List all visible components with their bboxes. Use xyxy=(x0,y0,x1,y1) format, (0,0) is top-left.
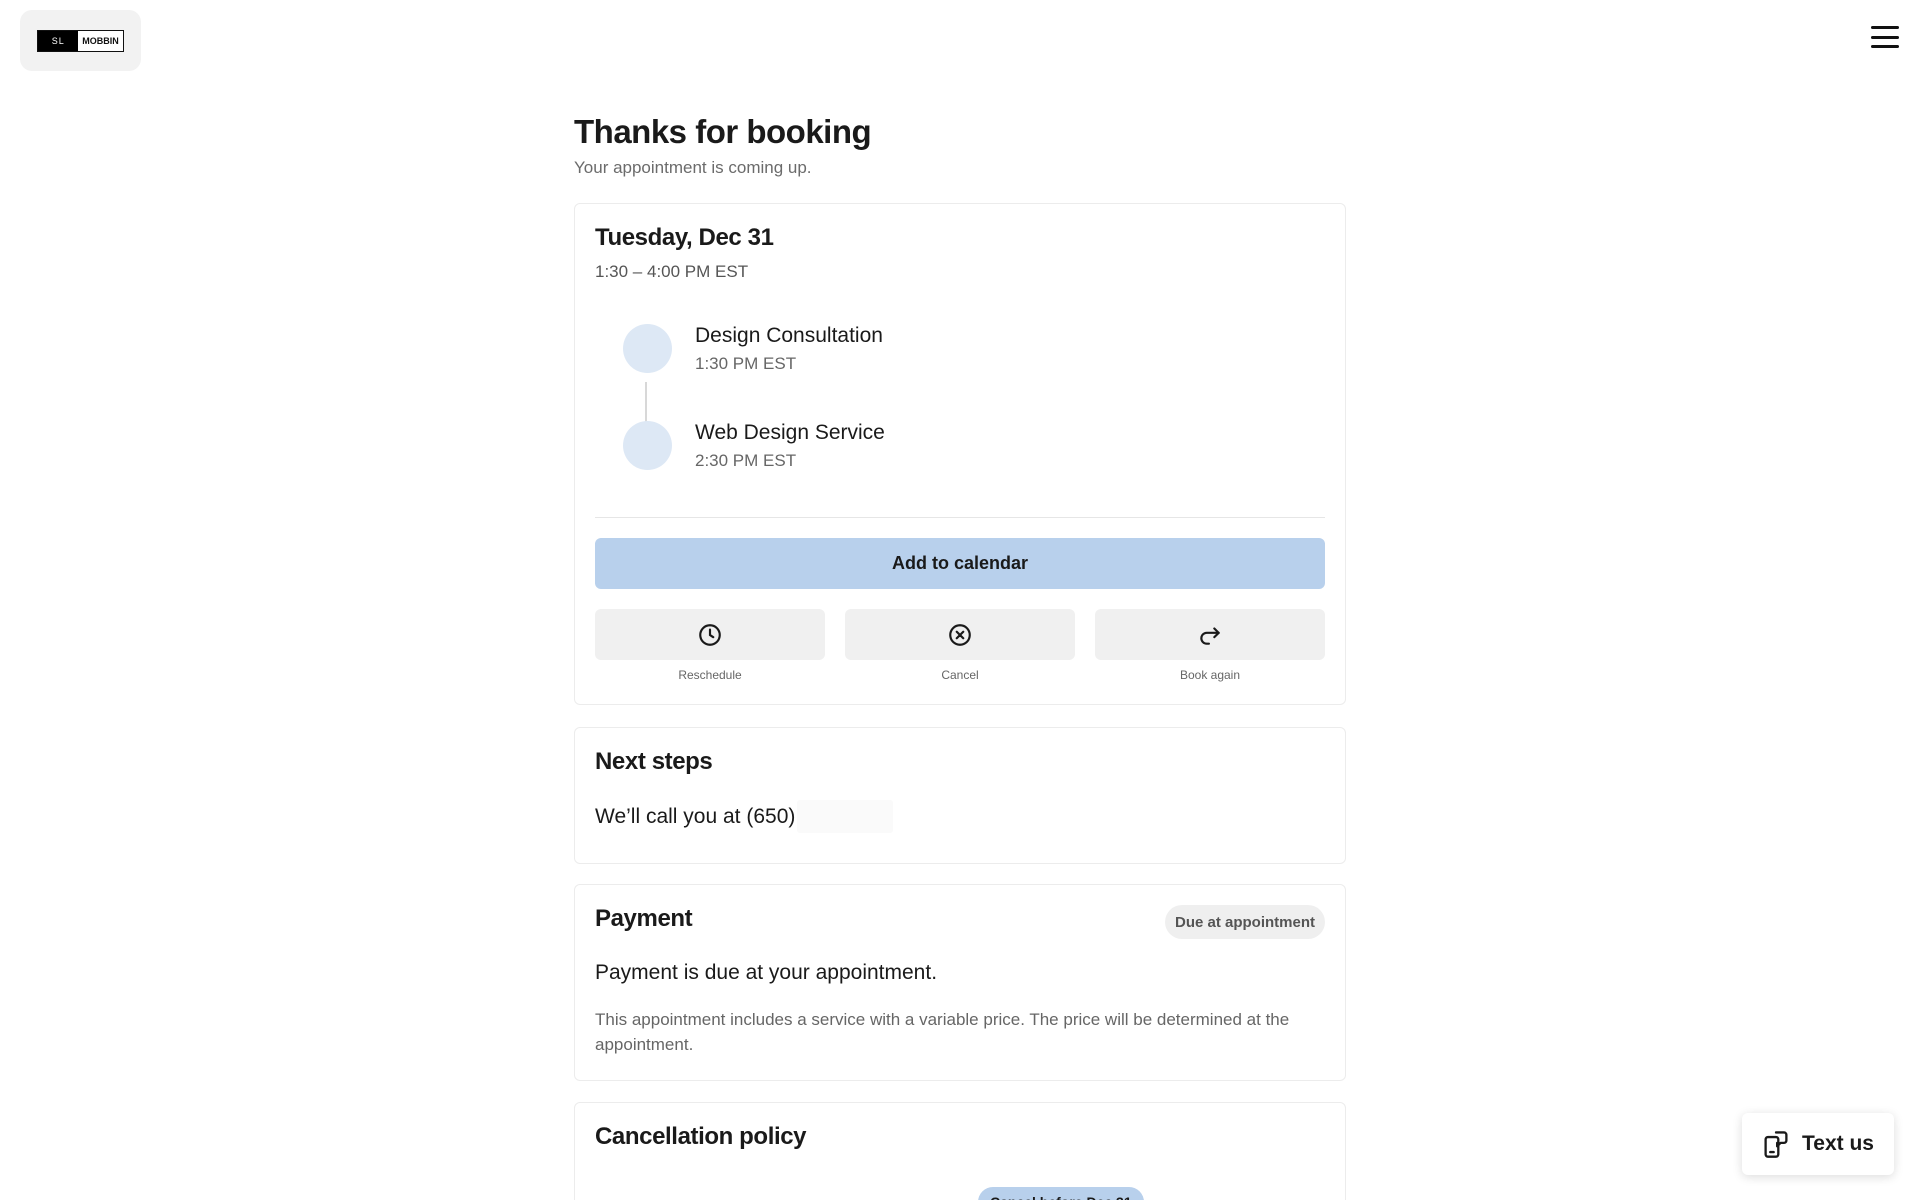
menu-line xyxy=(1871,26,1899,29)
logo-right-text: MOBBIN xyxy=(78,30,123,51)
add-to-calendar-button[interactable]: Add to calendar xyxy=(595,538,1325,589)
cancellation-pill: Cancel before Dec 31 xyxy=(978,1187,1144,1200)
logo-left-text: SL xyxy=(38,30,79,51)
service-name: Design Consultation xyxy=(695,324,883,347)
book-again-label: Book again xyxy=(1179,668,1241,682)
appointment-actions: Reschedule Cancel Book again xyxy=(595,609,1325,682)
main-content: Thanks for booking Your appointment is c… xyxy=(574,110,1346,1200)
redo-arrow-icon xyxy=(1200,626,1220,645)
payment-note: This appointment includes a service with… xyxy=(595,1010,1290,1054)
service-time: 2:30 PM EST xyxy=(695,451,797,470)
cancellation-policy-card: Cancellation policy Cancel before Dec 31 xyxy=(574,1102,1346,1200)
text-us-label: Text us xyxy=(1802,1132,1874,1155)
reschedule-action: Reschedule xyxy=(595,609,825,682)
service-dot xyxy=(623,324,672,373)
text-us-button[interactable]: Text us xyxy=(1742,1113,1894,1175)
clock-icon xyxy=(699,623,721,646)
book-again-button[interactable] xyxy=(1095,609,1325,660)
menu-line xyxy=(1871,45,1899,48)
service-time: 1:30 PM EST xyxy=(695,354,797,373)
menu-line xyxy=(1871,35,1899,39)
logo-mark: SL MOBBIN xyxy=(37,29,124,52)
cancel-label: Cancel xyxy=(941,668,979,682)
next-steps-card: Next steps We’ll call you at (650) xyxy=(574,727,1346,864)
next-steps-title: Next steps xyxy=(595,748,713,775)
status-badge: Due at appointment xyxy=(1164,905,1325,939)
appointment-date: Tuesday, Dec 31 xyxy=(595,224,774,251)
reschedule-button[interactable] xyxy=(595,609,825,660)
phone-message-icon xyxy=(1764,1131,1788,1158)
cancel-action: Cancel xyxy=(845,609,1075,682)
page-title: Thanks for booking xyxy=(574,113,872,150)
appointment-card: Tuesday, Dec 31 1:30 – 4:00 PM EST Desig… xyxy=(574,203,1346,705)
x-circle-icon xyxy=(949,623,971,646)
cancellation-title: Cancellation policy xyxy=(595,1123,807,1150)
next-steps-text-row: We’ll call you at (650) xyxy=(595,800,1325,833)
next-steps-text: We’ll call you at (650) xyxy=(595,804,796,828)
cancel-button[interactable] xyxy=(845,609,1075,660)
page-subtitle: Your appointment is coming up. xyxy=(574,158,812,177)
hamburger-menu-icon[interactable] xyxy=(1866,22,1904,52)
service-dot xyxy=(623,421,672,470)
payment-main-text: Payment is due at your appointment. xyxy=(595,961,938,984)
divider xyxy=(595,517,1325,518)
book-again-action: Book again xyxy=(1095,609,1325,682)
service-name: Web Design Service xyxy=(695,421,885,444)
reschedule-label: Reschedule xyxy=(678,668,742,682)
timeline-connector xyxy=(645,382,647,424)
service-item: Web Design Service 2:30 PM EST xyxy=(623,421,885,471)
redacted-phone xyxy=(797,800,894,833)
service-item: Design Consultation 1:30 PM EST xyxy=(623,324,883,374)
appointment-time-range: 1:30 – 4:00 PM EST xyxy=(595,262,749,281)
brand-logo[interactable]: SL MOBBIN xyxy=(20,10,141,71)
payment-card: Payment Due at appointment Payment is du… xyxy=(574,884,1346,1081)
